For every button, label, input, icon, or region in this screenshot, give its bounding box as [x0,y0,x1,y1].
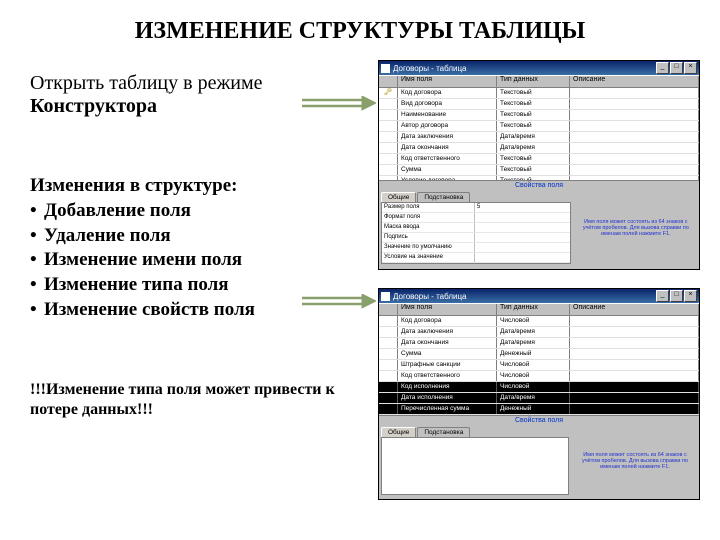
change-item: Изменение свойств поля [44,299,255,320]
field-grid[interactable]: Код договораЧисловойДата заключенияДата/… [379,316,699,416]
tab-lookup[interactable]: Подстановка [417,427,470,437]
change-item: Добавление поля [44,200,191,221]
col-header-type[interactable]: Тип данных [497,76,570,87]
maximize-button[interactable]: □ [670,290,683,302]
table-row[interactable]: Дата заключенияДата/время [379,132,699,143]
titlebar[interactable]: Договоры - таблица _ □ × [379,289,699,303]
table-row[interactable]: СуммаТекстовый [379,165,699,176]
table-row[interactable]: СуммаДенежный [379,349,699,360]
minimize-button[interactable]: _ [656,290,669,302]
table-row[interactable]: Код ответственногоТекстовый [379,154,699,165]
access-window-1: Договоры - таблица _ □ × Имя поля Тип да… [378,60,700,270]
change-item: Изменение имени поля [44,249,242,270]
window-title: Договоры - таблица [393,292,655,301]
table-row[interactable]: Дата исполненияДата/время [379,393,699,404]
tab-general[interactable]: Общие [381,427,416,437]
warning-text: !!!Изменение типа поля может привести к … [30,380,360,420]
properties-table[interactable] [381,437,569,495]
section-label: Свойства поля [379,416,699,425]
table-row[interactable]: НаименованиеТекстовый [379,110,699,121]
property-row[interactable]: Подпись [382,233,570,243]
page-title: ИЗМЕНЕНИЕ СТРУКТУРЫ ТАБЛИЦЫ [0,0,720,55]
hint-text: Имя поля может состоять из 64 знаков с у… [577,219,695,238]
property-row[interactable]: Условие на значение [382,253,570,263]
intro-line2: Конструктора [30,95,157,117]
property-row[interactable]: Размер поля5 [382,203,570,213]
col-header-desc[interactable]: Описание [570,304,699,315]
change-item: Изменение типа поля [44,274,229,295]
grid-header: Имя поля Тип данных Описание [379,75,699,88]
table-row[interactable]: Дата окончанияДата/время [379,338,699,349]
app-icon [381,292,390,301]
tab-lookup[interactable]: Подстановка [417,192,470,202]
minimize-button[interactable]: _ [656,62,669,74]
tab-general[interactable]: Общие [381,192,416,202]
access-window-2: Договоры - таблица _ □ × Имя поля Тип да… [378,288,700,500]
table-row[interactable]: 🗝Код договораТекстовый [379,88,699,99]
maximize-button[interactable]: □ [670,62,683,74]
property-row[interactable]: Формат поля [382,213,570,223]
field-grid[interactable]: 🗝Код договораТекстовыйВид договораТексто… [379,88,699,181]
arrow-icon [302,96,376,116]
table-row[interactable]: Вид договораТекстовый [379,99,699,110]
close-button[interactable]: × [684,62,697,74]
col-header-name[interactable]: Имя поля [398,76,497,87]
property-row[interactable]: Сообщение об ошибке [382,263,570,264]
hint-text: Имя поля может состоять из 64 знаков с у… [575,452,695,471]
table-row[interactable]: Код исполненияЧисловой [379,382,699,393]
window-title: Договоры - таблица [393,64,655,73]
intro-line1: Открыть таблицу в режиме [30,72,263,94]
change-item: Удаление поля [44,225,171,246]
titlebar[interactable]: Договоры - таблица _ □ × [379,61,699,75]
table-row[interactable]: Дата окончанияДата/время [379,143,699,154]
close-button[interactable]: × [684,290,697,302]
app-icon [381,64,390,73]
properties-table[interactable]: Размер поля5Формат поляМаска вводаПодпис… [381,202,571,264]
col-header-desc[interactable]: Описание [570,76,699,87]
table-row[interactable]: Автор договораТекстовый [379,121,699,132]
table-row[interactable]: Перечисленная суммаДенежный [379,404,699,415]
col-header-name[interactable]: Имя поля [398,304,497,315]
grid-header: Имя поля Тип данных Описание [379,303,699,316]
arrow-icon [302,294,376,314]
col-header-type[interactable]: Тип данных [497,304,570,315]
table-row[interactable]: Штрафные санкцииЧисловой [379,360,699,371]
property-row[interactable]: Значение по умолчанию [382,243,570,253]
table-row[interactable]: Код ответственногоЧисловой [379,371,699,382]
property-row[interactable]: Маска ввода [382,223,570,233]
table-row[interactable]: Дата заключенияДата/время [379,327,699,338]
table-row[interactable]: Код договораЧисловой [379,316,699,327]
changes-heading: Изменения в структуре: [30,175,360,197]
section-label: Свойства поля [379,181,699,190]
